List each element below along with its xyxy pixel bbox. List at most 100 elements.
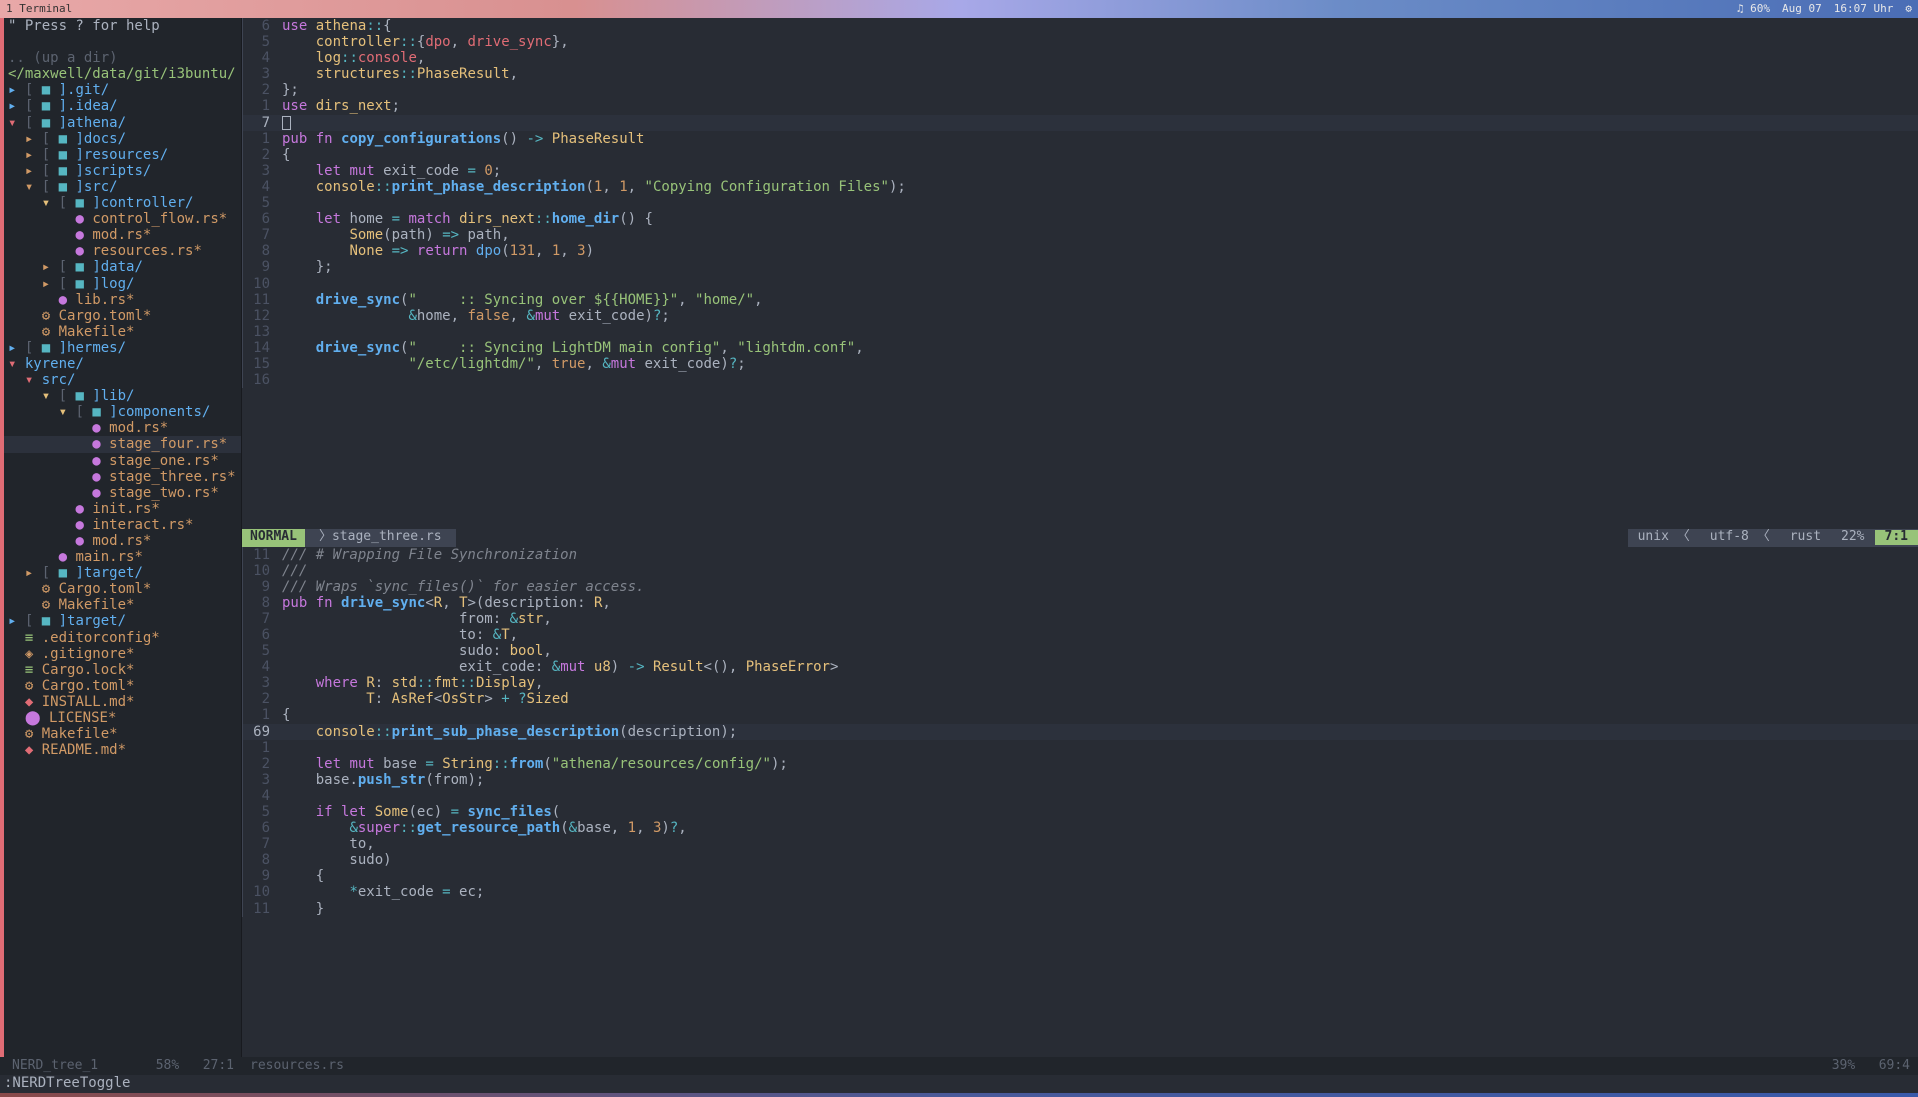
code-line[interactable]: 11/// # Wrapping File Synchronization [242, 547, 1918, 563]
code-line[interactable]: 1{ [242, 707, 1918, 723]
tree-file[interactable]: ⚙ Cargo.toml* [4, 581, 241, 597]
code-line[interactable]: 6 to: &T, [242, 627, 1918, 643]
tree-folder[interactable]: ▸ [ ■ ]docs/ [4, 131, 241, 147]
code-line[interactable]: 11 } [242, 901, 1918, 917]
code-line[interactable]: 3 base.push_str(from); [242, 772, 1918, 788]
code-line[interactable]: 6 &super::get_resource_path(&base, 1, 3)… [242, 820, 1918, 836]
code-line[interactable]: 7 to, [242, 836, 1918, 852]
tree-file[interactable]: ● stage_one.rs* [4, 453, 241, 469]
tree-file[interactable]: ≡ Cargo.lock* [4, 662, 241, 678]
up-a-dir[interactable]: .. (up a dir) [4, 50, 241, 66]
tree-folder[interactable]: ▾ kyrene/ [4, 356, 241, 372]
tree-file[interactable]: ● stage_three.rs* [4, 469, 241, 485]
tree-folder[interactable]: ▾ [ ■ ]controller/ [4, 195, 241, 211]
code-line[interactable]: 7 from: &str, [242, 611, 1918, 627]
command-line[interactable]: :NERDTreeToggle [0, 1075, 1918, 1093]
code-line[interactable]: 10 [242, 276, 1918, 292]
code-line[interactable]: 5 [242, 195, 1918, 211]
code-line[interactable]: 4 exit_code: &mut u8) -> Result<(), Phas… [242, 659, 1918, 675]
code-line[interactable]: 3 where R: std::fmt::Display, [242, 675, 1918, 691]
code-line[interactable]: 8 sudo) [242, 852, 1918, 868]
code-line[interactable]: 15 "/etc/lightdm/", true, &mut exit_code… [242, 356, 1918, 372]
tree-file[interactable]: ● interact.rs* [4, 517, 241, 533]
code-line[interactable]: 7 Some(path) => path, [242, 227, 1918, 243]
tree-file[interactable]: ● resources.rs* [4, 243, 241, 259]
code-line[interactable]: 9 { [242, 868, 1918, 884]
tree-file[interactable]: ● mod.rs* [4, 227, 241, 243]
code-line[interactable]: 6 let home = match dirs_next::home_dir()… [242, 211, 1918, 227]
tree-folder[interactable]: ▸ [ ■ ].idea/ [4, 98, 241, 114]
tree-folder[interactable]: ▸ [ ■ ]target/ [4, 565, 241, 581]
editor-pane-bottom[interactable]: 11/// # Wrapping File Synchronization10/… [242, 547, 1918, 1058]
tree-file[interactable]: ● init.rs* [4, 501, 241, 517]
tree-file[interactable]: ● control_flow.rs* [4, 211, 241, 227]
code-line[interactable]: 6use athena::{ [242, 18, 1918, 34]
code-line[interactable]: 4 [242, 788, 1918, 804]
tree-folder[interactable]: ▸ [ ■ ]hermes/ [4, 340, 241, 356]
tree-file[interactable]: ⬤ LICENSE* [4, 710, 241, 726]
tree-folder[interactable]: ▾ src/ [4, 372, 241, 388]
tree-folder[interactable]: ▸ [ ■ ].git/ [4, 82, 241, 98]
tree-file[interactable]: ≡ .editorconfig* [4, 630, 241, 646]
tree-file[interactable]: ● mod.rs* [4, 420, 241, 436]
tree-file[interactable]: ⚙ Makefile* [4, 324, 241, 340]
tree-file[interactable]: ◈ .gitignore* [4, 646, 241, 662]
tree-file[interactable]: ⚙ Makefile* [4, 597, 241, 613]
tree-file[interactable]: ● mod.rs* [4, 533, 241, 549]
bottom-file: resources.rs [250, 1059, 344, 1074]
code-line[interactable]: 9/// Wraps `sync_files()` for easier acc… [242, 579, 1918, 595]
tree-file[interactable]: ⚙ Makefile* [4, 726, 241, 742]
code-line[interactable]: 16 [242, 372, 1918, 388]
code-line[interactable]: 9 }; [242, 259, 1918, 275]
code-line[interactable]: 13 [242, 324, 1918, 340]
code-line[interactable]: 1pub fn copy_configurations() -> PhaseRe… [242, 131, 1918, 147]
tree-folder[interactable]: ▾ [ ■ ]src/ [4, 179, 241, 195]
nerdtree-sidebar[interactable]: " Press ? for help .. (up a dir) </maxwe… [0, 18, 242, 1057]
tree-folder[interactable]: ▸ [ ■ ]log/ [4, 276, 241, 292]
tree-folder[interactable]: ▸ [ ■ ]data/ [4, 259, 241, 275]
tree-folder[interactable]: ▾ [ ■ ]components/ [4, 404, 241, 420]
encoding: utf-8 〈 [1700, 530, 1780, 545]
code-line[interactable]: 1use dirs_next; [242, 98, 1918, 114]
tree-file[interactable]: ● stage_four.rs* [4, 436, 241, 452]
code-line[interactable]: 4 console::print_phase_description(1, 1,… [242, 179, 1918, 195]
code-line[interactable]: 69 console::print_sub_phase_description(… [242, 724, 1918, 740]
code-line[interactable]: 8pub fn drive_sync<R, T>(description: R, [242, 595, 1918, 611]
code-line[interactable]: 14 drive_sync(" :: Syncing LightDM main … [242, 340, 1918, 356]
code-line[interactable]: 2}; [242, 82, 1918, 98]
editor-pane-top[interactable]: 6use athena::{5 controller::{dpo, drive_… [242, 18, 1918, 529]
tree-file[interactable]: ◆ INSTALL.md* [4, 694, 241, 710]
tree-file[interactable]: ◆ README.md* [4, 742, 241, 758]
tree-file[interactable]: ⚙ Cargo.toml* [4, 678, 241, 694]
tree-folder[interactable]: ▾ [ ■ ]athena/ [4, 115, 241, 131]
statusline-top: NORMAL 〉stage_three.rs unix 〈 utf-8 〈 ru… [242, 529, 1918, 547]
code-line[interactable]: 5 sudo: bool, [242, 643, 1918, 659]
code-line[interactable]: 5 controller::{dpo, drive_sync}, [242, 34, 1918, 50]
code-line[interactable]: 12 &home, false, &mut exit_code)?; [242, 308, 1918, 324]
code-line[interactable]: 10 *exit_code = ec; [242, 884, 1918, 900]
code-line[interactable]: 2 let mut base = String::from("athena/re… [242, 756, 1918, 772]
settings-icon[interactable]: ⚙ [1905, 3, 1912, 16]
tree-file[interactable]: ● lib.rs* [4, 292, 241, 308]
tree-folder[interactable]: ▾ [ ■ ]lib/ [4, 388, 241, 404]
window-titlebar: 1 Terminal ♫ 60% Aug 07 16:07 Uhr ⚙ [0, 0, 1918, 18]
code-line[interactable]: 8 None => return dpo(131, 1, 3) [242, 243, 1918, 259]
code-line[interactable]: 11 drive_sync(" :: Syncing over ${{HOME}… [242, 292, 1918, 308]
code-line[interactable]: 5 if let Some(ec) = sync_files( [242, 804, 1918, 820]
code-line[interactable]: 2{ [242, 147, 1918, 163]
tree-folder[interactable]: ▸ [ ■ ]resources/ [4, 147, 241, 163]
code-line[interactable]: 4 log::console, [242, 50, 1918, 66]
code-line[interactable]: 10/// [242, 563, 1918, 579]
tree-file[interactable]: ● stage_two.rs* [4, 485, 241, 501]
tree-folder[interactable]: ▸ [ ■ ]scripts/ [4, 163, 241, 179]
code-line[interactable]: 1 [242, 740, 1918, 756]
tree-file[interactable]: ⚙ Cargo.toml* [4, 308, 241, 324]
tree-folder[interactable]: ▸ [ ■ ]target/ [4, 613, 241, 629]
tree-file[interactable]: ● main.rs* [4, 549, 241, 565]
code-line[interactable]: 7 [242, 115, 1918, 131]
vim-mode: NORMAL [242, 529, 305, 547]
current-file: 〉stage_three.rs [305, 529, 456, 547]
code-line[interactable]: 3 structures::PhaseResult, [242, 66, 1918, 82]
code-line[interactable]: 2 T: AsRef<OsStr> + ?Sized [242, 691, 1918, 707]
code-line[interactable]: 3 let mut exit_code = 0; [242, 163, 1918, 179]
